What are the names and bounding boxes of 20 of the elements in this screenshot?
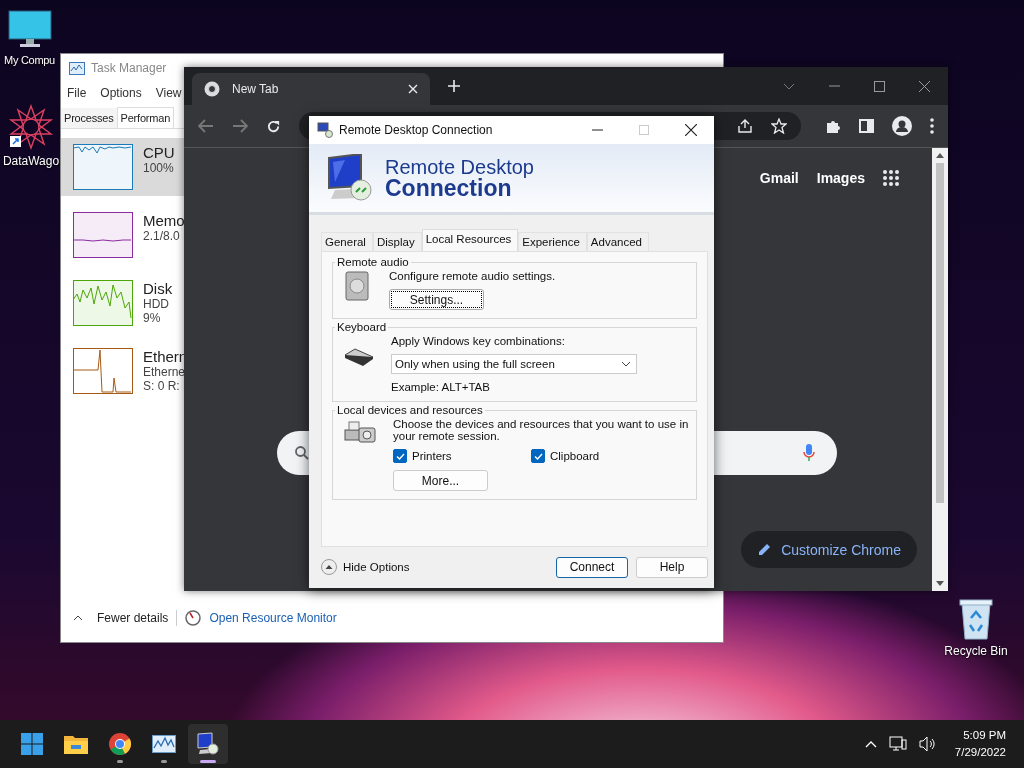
resource-detail: 2.1/8.0 <box>143 229 181 243</box>
resource-detail: 9% <box>143 311 162 325</box>
group-title: Remote audio <box>336 256 410 268</box>
resource-name: CPU <box>143 144 175 161</box>
description-text: Configure remote audio settings. <box>389 270 556 282</box>
resource-detail: Etherne <box>143 365 187 379</box>
resource-detail: S: 0 R: <box>143 379 181 393</box>
resource-detail: HDD <box>143 297 170 311</box>
window-title: Remote Desktop Connection <box>339 123 493 137</box>
description-text: Choose the devices and resources that you want to use in your remote session. <box>393 418 690 442</box>
group-title: Keyboard <box>336 321 388 333</box>
resource-name: Disk <box>143 280 173 297</box>
banner-title: Connection <box>385 176 512 200</box>
example-text: Example: ALT+TAB <box>391 381 490 393</box>
resource-name: Memo <box>143 212 185 229</box>
group-title: Local devices and resources <box>336 404 484 416</box>
field-label: Apply Windows key combinations: <box>391 335 565 347</box>
resource-detail: 100% <box>143 161 175 175</box>
banner-title: Remote Desktop <box>385 156 534 177</box>
window-title: Task Manager <box>91 61 167 75</box>
